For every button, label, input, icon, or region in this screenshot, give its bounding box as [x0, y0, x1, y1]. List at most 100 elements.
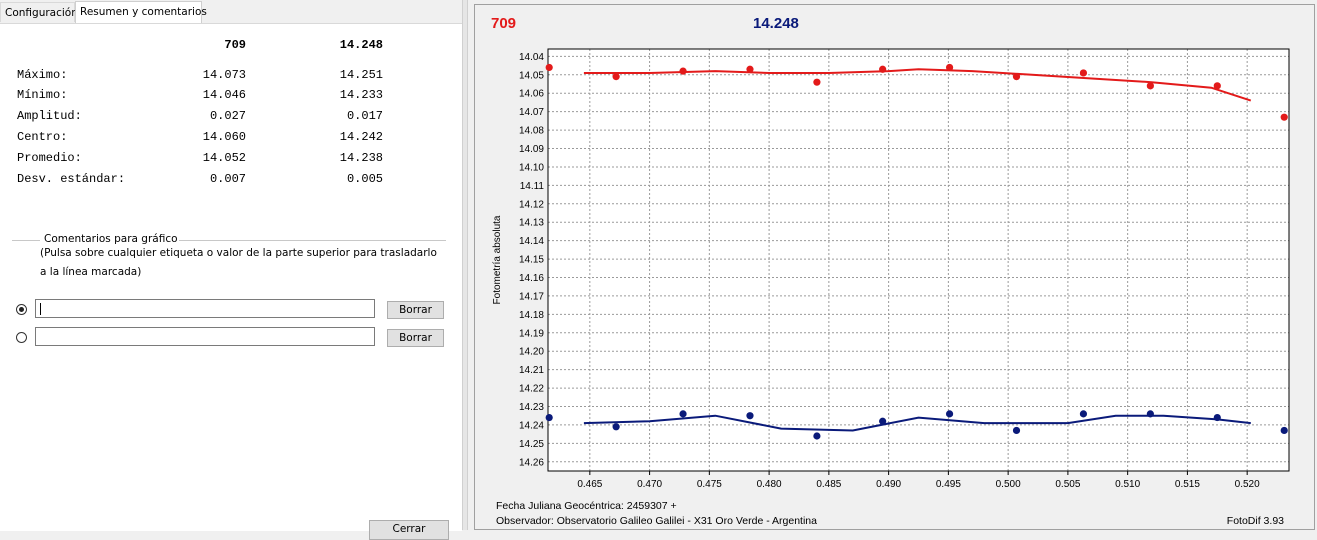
y-tick-label: 14.17 [519, 291, 544, 302]
series-label-14248[interactable]: 14.248 [753, 15, 799, 32]
y-tick-label: 14.06 [519, 89, 544, 100]
y-tick-label: 14.21 [519, 365, 544, 376]
data-point-series-1 [1012, 73, 1021, 81]
y-tick-label: 14.08 [519, 126, 544, 137]
footer-julian-date: Fecha Juliana Geocéntrica: 2459307 + [496, 500, 677, 512]
group-border-right [172, 240, 446, 241]
y-tick-label: 14.11 [520, 181, 545, 192]
x-tick-label: 0.465 [577, 479, 602, 490]
tab-resumen-comentarios[interactable]: Resumen y comentarios [75, 1, 207, 23]
data-point-series-2 [1213, 413, 1221, 422]
value-promedio-14248[interactable]: 14.238 [300, 151, 383, 165]
footer-observer: Observador: Observatorio Galileo Galilei… [496, 515, 817, 527]
label-amplitud[interactable]: Amplitud: [17, 109, 82, 123]
data-point-series-1 [1146, 82, 1154, 90]
comments-hint-line2: a la línea marcada) [40, 266, 142, 278]
y-axis-label: Fotometría absoluta [492, 215, 503, 304]
left-panel: Configuración Resumen y comentarios 709 … [0, 0, 462, 540]
group-border-left [12, 240, 40, 241]
comments-hint-line1: (Pulsa sobre cualquier etiqueta o valor … [40, 247, 437, 259]
y-tick-label: 14.04 [519, 52, 544, 63]
value-promedio-709[interactable]: 14.052 [180, 151, 246, 165]
data-point-series-2 [879, 417, 887, 425]
data-point-series-2 [545, 413, 553, 422]
light-curve-chart: 709 14.248 14.0414.0514.0614.0714.0814.0… [491, 15, 1290, 527]
data-point-series-2 [1012, 426, 1021, 435]
value-maximo-709[interactable]: 14.073 [180, 68, 246, 82]
label-promedio[interactable]: Promedio: [17, 151, 82, 165]
y-tick-label: 14.05 [519, 70, 544, 81]
panel-splitter[interactable] [462, 0, 468, 530]
label-minimo[interactable]: Mínimo: [17, 88, 67, 102]
y-tick-label: 14.19 [519, 328, 544, 339]
y-tick-label: 14.07 [519, 107, 544, 118]
comment-line1-input[interactable] [35, 299, 375, 318]
x-tick-label: 0.520 [1235, 479, 1260, 490]
data-point-series-1 [813, 78, 821, 86]
series-label-709[interactable]: 709 [491, 15, 516, 32]
label-centro[interactable]: Centro: [17, 130, 67, 144]
label-desv-estandar[interactable]: Desv. estándar: [17, 172, 125, 186]
clear-line2-button[interactable]: Borrar [387, 329, 444, 347]
x-tick-label: 0.470 [637, 479, 662, 490]
data-point-series-1 [1079, 69, 1088, 77]
clear-line1-button[interactable]: Borrar [387, 301, 444, 319]
comments-title: Comentarios para gráfico [43, 233, 179, 245]
label-maximo[interactable]: Máximo: [17, 68, 67, 82]
y-tick-label: 14.10 [519, 162, 544, 173]
x-tick-label: 0.490 [876, 479, 901, 490]
plot-area: 14.04 14.05 14.06 14.07 14.08 14.09 14.10 14.11… [492, 48, 1290, 490]
data-point-series-1 [945, 63, 954, 72]
data-point-series-2 [945, 410, 954, 418]
x-tick-label: 0.505 [1055, 479, 1080, 490]
value-maximo-14248[interactable]: 14.251 [300, 68, 383, 82]
y-tick-label: 14.15 [519, 255, 544, 266]
data-point-series-1 [679, 67, 687, 75]
value-desv-709[interactable]: 0.007 [180, 172, 246, 186]
y-tick-label: 14.20 [519, 347, 544, 358]
x-tick-label: 0.485 [816, 479, 841, 490]
y-tick-label: 14.18 [519, 310, 544, 321]
data-point-series-2 [746, 412, 754, 420]
x-tick-label: 0.515 [1175, 479, 1200, 490]
data-point-series-1 [545, 63, 553, 72]
footer-version: FotoDif 3.93 [1227, 515, 1284, 527]
data-point-series-1 [612, 73, 620, 81]
data-point-series-2 [1146, 410, 1154, 418]
data-point-series-2 [612, 423, 620, 431]
data-point-series-2 [1079, 410, 1088, 418]
y-tick-label: 14.24 [519, 420, 544, 431]
data-point-series-1 [1280, 113, 1288, 121]
column-header-14248[interactable]: 14.248 [300, 38, 383, 52]
x-tick-label: 0.500 [996, 479, 1021, 490]
value-minimo-14248[interactable]: 14.233 [300, 88, 383, 102]
value-desv-14248[interactable]: 0.005 [300, 172, 383, 186]
data-point-series-2 [813, 432, 821, 440]
data-point-series-2 [679, 410, 687, 418]
tab-configuracion[interactable]: Configuración [0, 2, 78, 22]
data-point-series-1 [746, 65, 754, 73]
y-tick-label: 14.26 [519, 457, 544, 468]
text-caret [40, 303, 41, 315]
close-button[interactable]: Cerrar [369, 520, 449, 540]
value-centro-709[interactable]: 14.060 [180, 130, 246, 144]
column-header-709[interactable]: 709 [180, 38, 246, 52]
x-tick-label: 0.495 [936, 479, 961, 490]
comment-line2-input[interactable] [35, 327, 375, 346]
y-tick-label: 14.23 [519, 402, 544, 413]
y-tick-label: 14.14 [519, 236, 544, 247]
value-amplitud-709[interactable]: 0.027 [180, 109, 246, 123]
value-amplitud-14248[interactable]: 0.017 [300, 109, 383, 123]
summary-tab-content: 709 14.248 Máximo: 14.073 14.251 Mínimo:… [0, 23, 462, 531]
comment-line1-radio[interactable] [16, 304, 27, 315]
y-tick-label: 14.13 [519, 218, 544, 229]
value-minimo-709[interactable]: 14.046 [180, 88, 246, 102]
radio-selected-dot [19, 307, 24, 312]
y-tick-label: 14.22 [519, 384, 544, 395]
y-tick-label: 14.09 [519, 144, 544, 155]
y-tick-label: 14.12 [519, 199, 544, 210]
comment-line2-radio[interactable] [16, 332, 27, 343]
value-centro-14248[interactable]: 14.242 [300, 130, 383, 144]
y-tick-label: 14.25 [519, 439, 544, 450]
x-tick-label: 0.475 [697, 479, 722, 490]
